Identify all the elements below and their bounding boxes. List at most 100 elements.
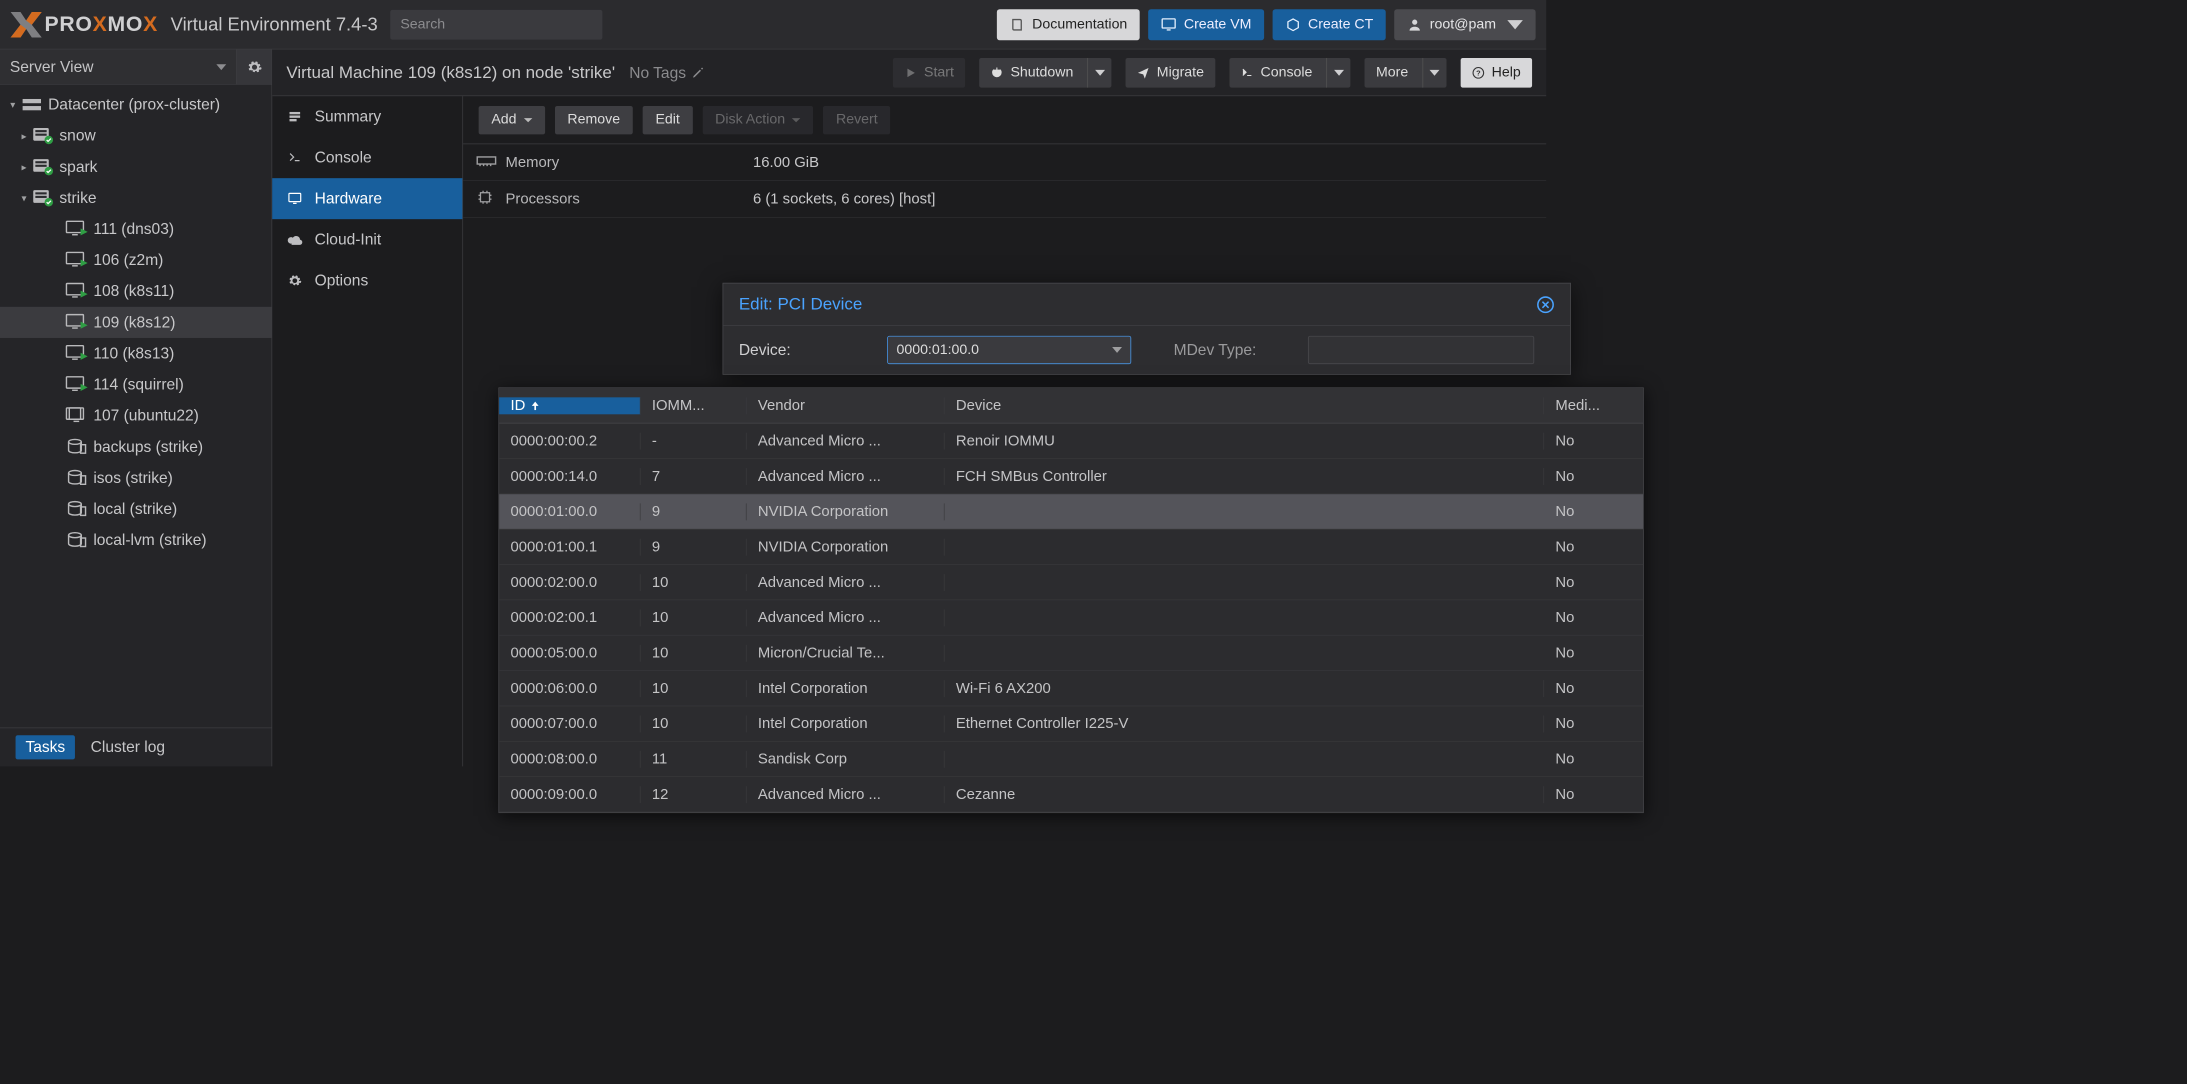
edit-button[interactable]: Edit [643, 106, 693, 134]
cell-iommu: 10 [641, 609, 747, 626]
cell-vendor: Advanced Micro ... [747, 786, 945, 803]
menu-label: Options [315, 271, 369, 289]
hw-name: Memory [506, 154, 753, 171]
cell-vendor: Intel Corporation [747, 715, 945, 732]
create-vm-button[interactable]: Create VM [1149, 9, 1265, 40]
cloud-icon [286, 234, 303, 245]
grid-row[interactable]: 0000:00:00.2 - Advanced Micro ... Renoir… [499, 423, 1643, 458]
grid-row[interactable]: 0000:09:00.0 12 Advanced Micro ... Cezan… [499, 777, 1643, 812]
start-label: Start [924, 64, 954, 80]
hw-row-memory[interactable]: Memory 16.00 GiB [463, 144, 1546, 181]
console-caret[interactable] [1327, 58, 1351, 88]
col-id[interactable]: ID [499, 397, 640, 414]
tree-item[interactable]: 114 (squirrel) [0, 369, 271, 400]
grid-row[interactable]: 0000:02:00.1 10 Advanced Micro ... No [499, 600, 1643, 635]
view-selector[interactable]: Server View [0, 49, 236, 84]
search-input[interactable] [390, 10, 602, 40]
cell-iommu: 10 [641, 644, 747, 661]
menu-hardware[interactable]: Hardware [272, 178, 462, 219]
tree-item[interactable]: local-lvm (strike) [0, 525, 271, 556]
user-menu-button[interactable]: root@pam [1394, 9, 1535, 40]
tree-node[interactable]: ▾ strike [0, 182, 271, 213]
tree-item[interactable]: isos (strike) [0, 462, 271, 493]
tree-item[interactable]: 106 (z2m) [0, 245, 271, 276]
cube-icon [1285, 17, 1301, 33]
cell-device: Ethernet Controller I225-V [945, 715, 1545, 732]
user-label: root@pam [1430, 16, 1496, 32]
cell-iommu: 10 [641, 574, 747, 591]
vm-header: Virtual Machine 109 (k8s12) on node 'str… [272, 49, 1546, 96]
tree-label: strike [59, 189, 96, 207]
caret-down-icon [1430, 68, 1440, 78]
remove-button[interactable]: Remove [555, 106, 633, 134]
cell-med: No [1544, 644, 1643, 661]
menu-console[interactable]: Console [272, 137, 462, 178]
close-icon[interactable] [1536, 295, 1554, 313]
shutdown-caret[interactable] [1087, 58, 1111, 88]
grid-row[interactable]: 0000:00:14.0 7 Advanced Micro ... FCH SM… [499, 459, 1643, 494]
sort-asc-icon [531, 401, 539, 409]
grid-row[interactable]: 0000:02:00.0 10 Advanced Micro ... No [499, 565, 1643, 600]
menu-cloud-init[interactable]: Cloud-Init [272, 219, 462, 260]
migrate-button[interactable]: Migrate [1126, 58, 1216, 88]
col-iommu[interactable]: IOMM... [641, 397, 747, 414]
no-tags[interactable]: No Tags [629, 63, 704, 81]
cell-vendor: Micron/Crucial Te... [747, 644, 945, 661]
cell-id: 0000:05:00.0 [499, 644, 640, 661]
tree-label: 108 (k8s11) [93, 282, 174, 300]
more-button[interactable]: More [1365, 58, 1447, 88]
tab-cluster-log[interactable]: Cluster log [91, 738, 165, 756]
shutdown-button[interactable]: Shutdown [979, 58, 1111, 88]
col-vendor[interactable]: Vendor [747, 397, 945, 414]
expand-icon: ▸ [18, 130, 29, 142]
cell-med: No [1544, 503, 1643, 520]
more-caret[interactable] [1422, 58, 1446, 88]
tree-label: local (strike) [93, 500, 177, 518]
node-icon [33, 128, 54, 144]
cell-id: 0000:06:00.0 [499, 680, 640, 697]
documentation-button[interactable]: Documentation [997, 9, 1140, 40]
node-icon [33, 190, 54, 206]
tree-item[interactable]: 107 (ubuntu22) [0, 400, 271, 431]
server-icon [21, 98, 42, 112]
cell-vendor: Intel Corporation [747, 680, 945, 697]
cell-iommu: 12 [641, 786, 747, 803]
console-button[interactable]: Console [1229, 58, 1350, 88]
tree-item[interactable]: 111 (dns03) [0, 214, 271, 245]
grid-row[interactable]: 0000:08:00.0 11 Sandisk Corp No [499, 742, 1643, 777]
grid-row[interactable]: 0000:06:00.0 10 Intel Corporation Wi-Fi … [499, 671, 1643, 706]
tab-tasks[interactable]: Tasks [16, 735, 76, 759]
cell-device: Wi-Fi 6 AX200 [945, 680, 1545, 697]
grid-row[interactable]: 0000:01:00.0 9 NVIDIA Corporation No [499, 494, 1643, 529]
mdev-select[interactable] [1308, 336, 1534, 364]
col-mediated[interactable]: Medi... [1544, 397, 1643, 414]
pci-edit-dialog: Edit: PCI Device Device: 0000:01:00.0 MD… [723, 283, 1571, 375]
tree-node[interactable]: ▸ spark [0, 151, 271, 182]
menu-options[interactable]: Options [272, 260, 462, 301]
migrate-label: Migrate [1157, 64, 1204, 80]
view-settings-button[interactable] [236, 49, 271, 84]
tree-label: 109 (k8s12) [93, 313, 175, 331]
device-select[interactable]: 0000:01:00.0 [887, 336, 1131, 364]
tree-node[interactable]: ▸ snow [0, 120, 271, 151]
add-button[interactable]: Add [479, 106, 545, 134]
terminal-icon [1241, 66, 1254, 79]
col-device[interactable]: Device [945, 397, 1545, 414]
tree-item[interactable]: local (strike) [0, 493, 271, 524]
menu-summary[interactable]: Summary [272, 96, 462, 137]
caret-down-icon [1112, 345, 1122, 355]
tree-item[interactable]: 109 (k8s12) [0, 307, 271, 338]
create-ct-button[interactable]: Create CT [1273, 9, 1386, 40]
grid-row[interactable]: 0000:05:00.0 10 Micron/Crucial Te... No [499, 636, 1643, 671]
hw-row-processors[interactable]: Processors 6 (1 sockets, 6 cores) [host] [463, 181, 1546, 218]
grid-header: ID IOMM... Vendor Device Medi... [499, 388, 1643, 423]
help-button[interactable]: ? Help [1461, 58, 1533, 88]
hw-toolbar: Add Remove Edit Disk Action Revert [463, 96, 1546, 144]
grid-row[interactable]: 0000:01:00.1 9 NVIDIA Corporation No [499, 530, 1643, 565]
tree-item[interactable]: backups (strike) [0, 431, 271, 462]
caret-down-icon [1095, 68, 1105, 78]
tree-item[interactable]: 110 (k8s13) [0, 338, 271, 369]
tree-datacenter[interactable]: ▾ Datacenter (prox-cluster) [0, 89, 271, 120]
grid-row[interactable]: 0000:07:00.0 10 Intel Corporation Ethern… [499, 706, 1643, 741]
tree-item[interactable]: 108 (k8s11) [0, 276, 271, 307]
